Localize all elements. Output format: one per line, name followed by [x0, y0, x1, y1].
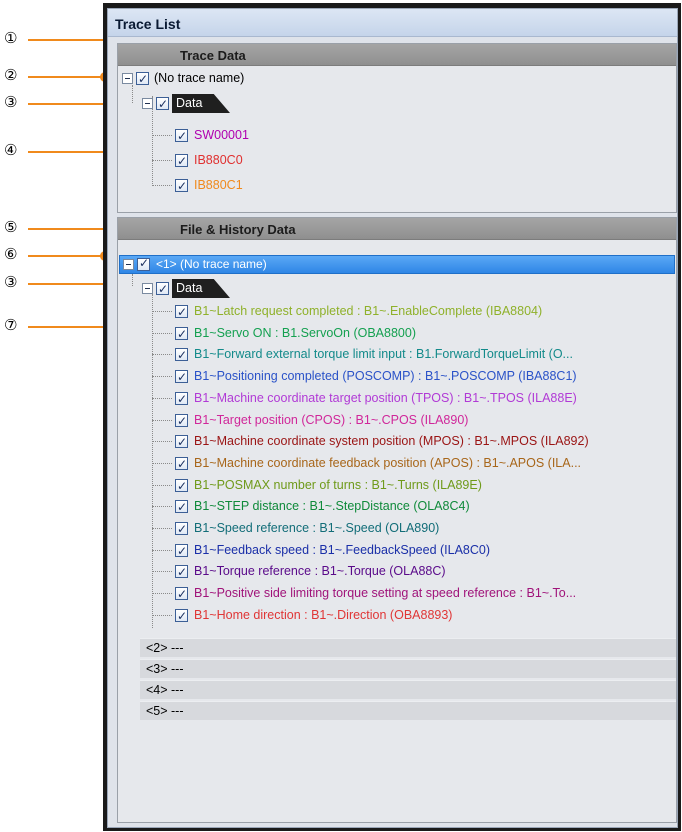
- list-item[interactable]: IB880C0: [118, 151, 674, 171]
- list-item[interactable]: <3> ---: [140, 659, 676, 678]
- list-item[interactable]: B1~Machine coordinate feedback position …: [118, 454, 674, 474]
- collapse-icon[interactable]: [142, 98, 153, 109]
- data-node-row[interactable]: Data: [118, 279, 318, 299]
- checkbox-checked-icon[interactable]: [175, 127, 188, 146]
- list-item[interactable]: B1~Machine coordinate system position (M…: [118, 432, 674, 452]
- list-item[interactable]: <5> ---: [140, 701, 676, 720]
- list-item[interactable]: B1~Feedback speed : B1~.FeedbackSpeed (I…: [118, 541, 674, 561]
- signal-label: B1~Servo ON : B1.ServoOn (OBA8800): [194, 326, 416, 340]
- list-item[interactable]: B1~Speed reference : B1~.Speed (OLA890): [118, 519, 674, 539]
- data-tab-label: Data: [176, 96, 203, 110]
- list-item[interactable]: <4> ---: [140, 680, 676, 699]
- checkbox-checked-icon[interactable]: [156, 280, 169, 299]
- trace-data-header-label: Trace Data: [180, 48, 246, 63]
- checkbox-checked-icon[interactable]: [137, 256, 150, 271]
- callout-number: ⑤: [4, 218, 18, 236]
- list-item[interactable]: B1~STEP distance : B1~.StepDistance (OLA…: [118, 497, 674, 517]
- checkbox-checked-icon[interactable]: [175, 498, 188, 517]
- checkbox-checked-icon[interactable]: [175, 542, 188, 561]
- trace-slot-label: <4> ---: [146, 683, 184, 697]
- list-item[interactable]: B1~Torque reference : B1~.Torque (OLA88C…: [118, 562, 674, 582]
- signal-label: B1~POSMAX number of turns : B1~.Turns (I…: [194, 478, 482, 492]
- trace-data-header[interactable]: Trace Data: [118, 44, 676, 66]
- title-bar: Trace List: [108, 9, 677, 37]
- trace-slot-label: <3> ---: [146, 662, 184, 676]
- checkbox-checked-icon[interactable]: [175, 368, 188, 387]
- signal-label: B1~Latch request completed : B1~.EnableC…: [194, 304, 543, 318]
- list-item[interactable]: IB880C1: [118, 176, 674, 196]
- checkbox-checked-icon[interactable]: [175, 346, 188, 365]
- checkbox-checked-icon[interactable]: [175, 325, 188, 344]
- callout-number: ⑦: [4, 316, 18, 334]
- list-item[interactable]: B1~Positioning completed (POSCOMP) : B1~…: [118, 367, 674, 387]
- list-item[interactable]: B1~POSMAX number of turns : B1~.Turns (I…: [118, 476, 674, 496]
- signal-label: B1~Target position (CPOS) : B1~.CPOS (IL…: [194, 413, 469, 427]
- list-item[interactable]: B1~Positive side limiting torque setting…: [118, 584, 674, 604]
- list-item[interactable]: B1~Target position (CPOS) : B1~.CPOS (IL…: [118, 411, 674, 431]
- signal-label: B1~Speed reference : B1~.Speed (OLA890): [194, 521, 440, 535]
- checkbox-checked-icon[interactable]: [175, 455, 188, 474]
- list-item[interactable]: <2> ---: [140, 638, 676, 657]
- file-history-header-label: File & History Data: [180, 222, 296, 237]
- signal-label: B1~Feedback speed : B1~.FeedbackSpeed (I…: [194, 543, 491, 557]
- signal-label: SW00001: [194, 128, 249, 142]
- signal-label: B1~Machine coordinate target position (T…: [194, 391, 577, 405]
- checkbox-checked-icon[interactable]: [175, 477, 188, 496]
- signal-label: B1~Machine coordinate system position (M…: [194, 434, 589, 448]
- signal-label: B1~Home direction : B1~.Direction (OBA88…: [194, 608, 453, 622]
- signal-label: B1~STEP distance : B1~.StepDistance (OLA…: [194, 499, 470, 513]
- data-tab: Data: [172, 94, 232, 113]
- signal-label: B1~Forward external torque limit input :…: [194, 347, 573, 361]
- callout-number: ④: [4, 141, 18, 159]
- trace-name-label: (No trace name): [154, 71, 245, 85]
- file-history-header[interactable]: File & History Data: [118, 218, 676, 240]
- list-item[interactable]: B1~Servo ON : B1.ServoOn (OBA8800): [118, 324, 674, 344]
- checkbox-checked-icon[interactable]: [175, 177, 188, 196]
- checkbox-checked-icon[interactable]: [175, 585, 188, 604]
- list-item[interactable]: B1~Latch request completed : B1~.EnableC…: [118, 302, 674, 322]
- window-title: Trace List: [115, 16, 181, 32]
- data-node-row[interactable]: Data: [118, 94, 318, 114]
- checkbox-checked-icon[interactable]: [175, 520, 188, 539]
- checkbox-checked-icon[interactable]: [175, 607, 188, 626]
- signal-label: B1~Torque reference : B1~.Torque (OLA88C…: [194, 564, 446, 578]
- selected-trace-label: <1> (No trace name): [156, 257, 267, 271]
- checkbox-checked-icon[interactable]: [175, 412, 188, 431]
- callout-line: [28, 76, 104, 78]
- selected-trace-row[interactable]: <1> (No trace name): [119, 255, 675, 274]
- list-item[interactable]: SW00001: [118, 126, 674, 146]
- checkbox-checked-icon[interactable]: [156, 95, 169, 114]
- callout-number: ①: [4, 29, 18, 47]
- data-tab: Data: [172, 279, 232, 298]
- callout-number: ③: [4, 93, 18, 111]
- trace-data-group: Trace Data (No trace name) Data SW00001: [117, 43, 677, 213]
- checkbox-checked-icon[interactable]: [175, 303, 188, 322]
- signal-label: B1~Machine coordinate feedback position …: [194, 456, 582, 470]
- list-item[interactable]: B1~Forward external torque limit input :…: [118, 345, 674, 365]
- trace-list-panel: Trace List Trace Data (No trace name) Da…: [107, 8, 678, 828]
- collapse-icon[interactable]: [122, 73, 133, 84]
- checkbox-checked-icon[interactable]: [136, 70, 149, 89]
- signal-label: B1~Positioning completed (POSCOMP) : B1~…: [194, 369, 577, 383]
- signal-label: IB880C0: [194, 153, 243, 167]
- signal-label: B1~Positive side limiting torque setting…: [194, 586, 577, 600]
- collapse-icon[interactable]: [142, 283, 153, 294]
- file-history-group: File & History Data <1> (No trace name) …: [117, 217, 677, 823]
- callout-number: ③: [4, 273, 18, 291]
- checkbox-checked-icon[interactable]: [175, 433, 188, 452]
- trace-slot-label: <5> ---: [146, 704, 184, 718]
- list-item[interactable]: B1~Home direction : B1~.Direction (OBA88…: [118, 606, 674, 626]
- checkbox-checked-icon[interactable]: [175, 563, 188, 582]
- callout-number: ⑥: [4, 245, 18, 263]
- data-tab-label: Data: [176, 281, 203, 295]
- trace-name-row[interactable]: (No trace name): [118, 69, 674, 89]
- signal-label: IB880C1: [194, 178, 243, 192]
- trace-slot-label: <2> ---: [146, 641, 184, 655]
- callout-number: ②: [4, 66, 18, 84]
- checkbox-checked-icon[interactable]: [175, 152, 188, 171]
- collapse-icon[interactable]: [123, 259, 134, 270]
- checkbox-checked-icon[interactable]: [175, 390, 188, 409]
- list-item[interactable]: B1~Machine coordinate target position (T…: [118, 389, 674, 409]
- callout-line: [28, 255, 104, 257]
